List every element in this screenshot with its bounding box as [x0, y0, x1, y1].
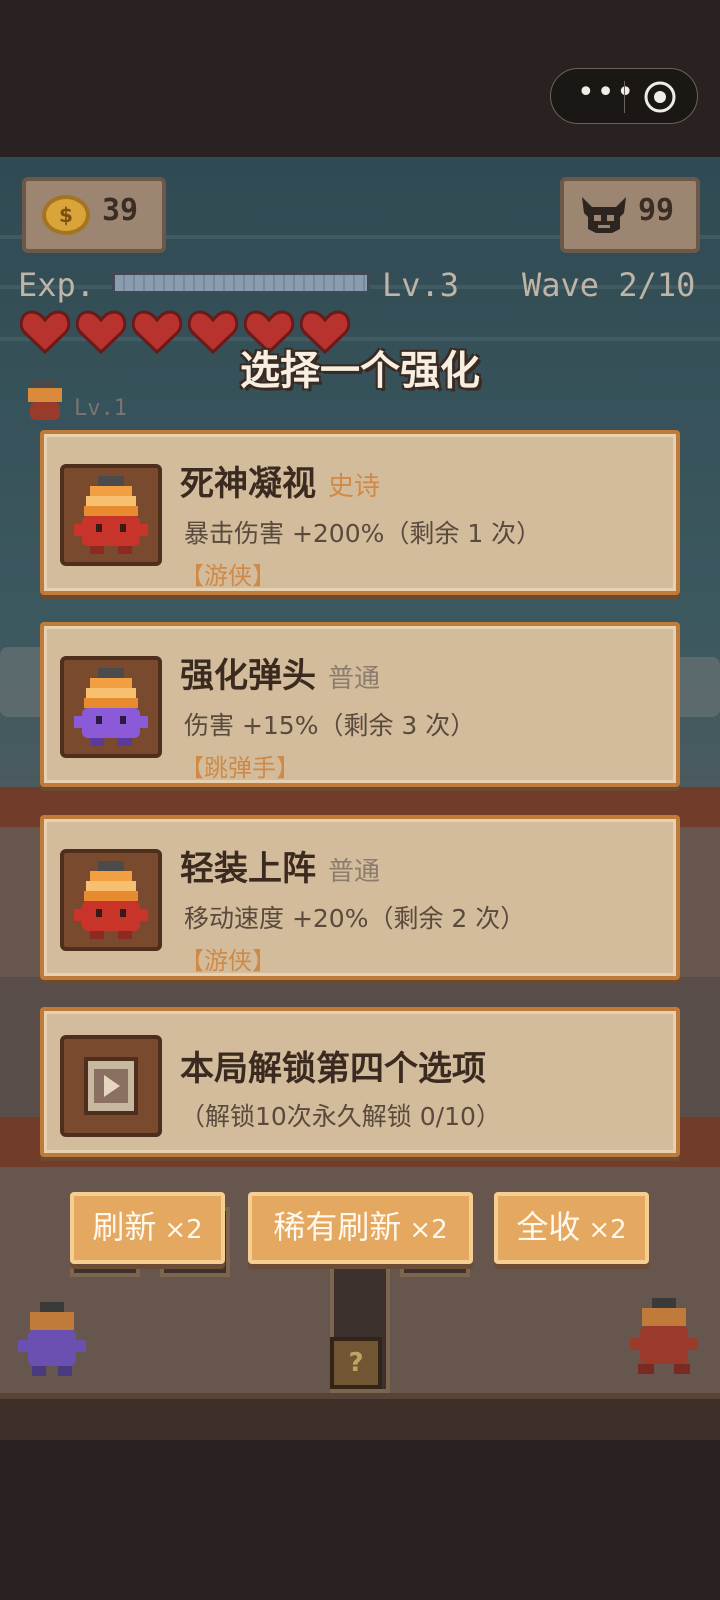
rare-refresh-label: 稀有刷新	[273, 1208, 402, 1246]
refresh-count: ×2	[164, 1215, 203, 1245]
card-name: 死神凝视	[180, 464, 316, 504]
exp-bar	[112, 272, 370, 294]
coin-count: 39	[102, 193, 139, 228]
unlock-description: （解锁10次永久解锁 0/10）	[180, 1102, 501, 1131]
refresh-button[interactable]: 刷新 ×2	[70, 1192, 225, 1264]
card-title: 轻装上阵 普通	[180, 841, 380, 890]
purple-drill-hero-icon	[74, 668, 148, 746]
capsule-divider	[624, 81, 625, 113]
coin-icon: $	[42, 195, 90, 235]
rare-refresh-button[interactable]: 稀有刷新 ×2	[248, 1192, 473, 1264]
coin-counter: $ 39	[22, 177, 166, 253]
red-drill-hero-icon	[74, 861, 148, 939]
mini-program-capsule: •••	[550, 68, 698, 124]
card-name: 强化弹头	[180, 656, 316, 696]
hero-portrait	[60, 464, 162, 566]
exp-label: Exp.	[18, 266, 96, 304]
card-title: 死神凝视 史诗	[180, 456, 380, 505]
video-ad-icon	[84, 1057, 138, 1115]
refresh-label: 刷新	[92, 1208, 157, 1246]
record-target-icon[interactable]	[643, 80, 677, 114]
demon-skull-icon	[582, 197, 626, 233]
hero-portrait	[60, 849, 162, 951]
more-dots-icon[interactable]: •••	[577, 78, 634, 109]
card-rarity: 普通	[328, 857, 381, 887]
purple-hero-unit	[14, 1300, 90, 1380]
card-description: 移动速度 +20%（剩余 2 次）	[184, 904, 526, 933]
rare-refresh-count: ×2	[409, 1215, 448, 1245]
card-class-tag: 【游侠】	[180, 562, 276, 590]
collect-all-label: 全收	[516, 1208, 581, 1246]
page-title: 选择一个强化	[240, 348, 480, 394]
upgrade-card-3[interactable]: 轻装上阵 普通 移动速度 +20%（剩余 2 次） 【游侠】	[40, 815, 680, 980]
upgrade-card-1[interactable]: 死神凝视 史诗 暴击伤害 +200%（剩余 1 次） 【游侠】	[40, 430, 680, 595]
hero-portrait	[60, 656, 162, 758]
exp-bar-fill	[115, 275, 367, 291]
unlock-title: 本局解锁第四个选项	[180, 1049, 486, 1089]
card-description: 暴击伤害 +200%（剩余 1 次）	[184, 519, 542, 548]
card-rarity: 普通	[328, 664, 381, 694]
collect-all-button[interactable]: 全收 ×2	[494, 1192, 649, 1264]
video-ad-icon-frame	[60, 1035, 162, 1137]
card-class-tag: 【跳弹手】	[180, 754, 300, 782]
card-description: 伤害 +15%（剩余 3 次）	[184, 711, 476, 740]
collect-all-count: ×2	[588, 1215, 627, 1245]
card-rarity: 史诗	[328, 472, 381, 502]
wave-label: Wave 2/10	[522, 266, 696, 304]
red-drill-hero-icon	[74, 476, 148, 554]
card-class-tag: 【游侠】	[180, 947, 276, 975]
level-label: Lv.3	[382, 266, 460, 304]
card-name: 轻装上阵	[180, 849, 316, 889]
red-hero-unit	[626, 1296, 702, 1380]
card-title: 强化弹头 普通	[180, 648, 380, 697]
unlock-option-card[interactable]: 本局解锁第四个选项 （解锁10次永久解锁 0/10）	[40, 1007, 680, 1157]
enemy-count: 99	[638, 193, 675, 228]
ally-level-label: Lv.1	[74, 396, 127, 421]
enemy-counter: 99	[560, 177, 700, 253]
upgrade-card-2[interactable]: 强化弹头 普通 伤害 +15%（剩余 3 次） 【跳弹手】	[40, 622, 680, 787]
